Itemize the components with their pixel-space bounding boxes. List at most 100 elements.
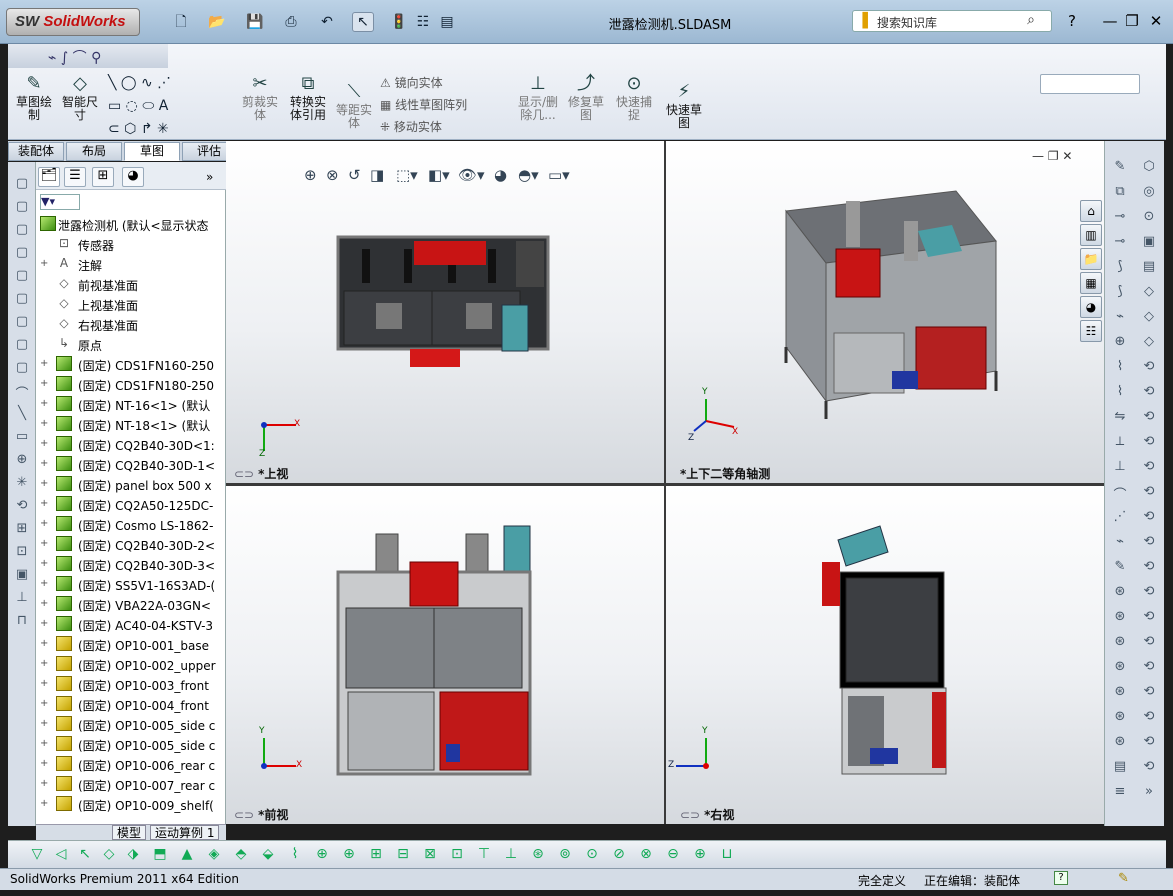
- left-tool-icon[interactable]: ⊕: [12, 452, 32, 470]
- selection-filter-icon[interactable]: ⊟: [394, 846, 412, 862]
- right-tool-icon[interactable]: ⊛: [1109, 584, 1131, 602]
- right-tool-2-icon[interactable]: ⟲: [1138, 534, 1160, 552]
- move-entities-button[interactable]: ⁜ 移动实体: [380, 118, 442, 135]
- close-button[interactable]: ✕: [1146, 12, 1166, 30]
- new-file-icon[interactable]: 🗋: [170, 12, 192, 32]
- tree-item[interactable]: + (固定) OP10-007_rear c: [36, 774, 224, 794]
- help-icon[interactable]: ?: [1062, 12, 1082, 30]
- feature-tree-tab-icon[interactable]: 🗂: [38, 167, 60, 187]
- tree-item[interactable]: + (固定) CDS1FN160-250: [36, 354, 224, 374]
- left-tool-icon[interactable]: ⟲: [12, 498, 32, 516]
- rebuild-status-icon[interactable]: ✎: [1118, 871, 1129, 886]
- linear-pattern-button[interactable]: ▦ 线性草图阵列: [380, 96, 467, 113]
- left-tool-icon[interactable]: ⊓: [12, 613, 32, 631]
- expand-icon[interactable]: +: [40, 778, 48, 789]
- right-tool-icon[interactable]: ≡: [1109, 784, 1131, 802]
- repair-sketch-button[interactable]: ⤴ 修复草图: [564, 74, 608, 122]
- right-tool-icon[interactable]: ⟆: [1109, 259, 1131, 277]
- selection-filter-icon[interactable]: ⊠: [421, 846, 439, 862]
- show-delete-relations-button[interactable]: ⊥ 显示/删 除几...: [514, 74, 562, 122]
- viewport-iso[interactable]: Y X Z *上下二等角轴测 — ❐ ✕: [666, 141, 1104, 483]
- scene-icon[interactable]: ◓▾: [518, 166, 539, 184]
- right-tool-icon[interactable]: ⌇: [1109, 384, 1131, 402]
- sketch-mode-icon[interactable]: ⌁ ∫ ⌒ ⚲: [48, 47, 101, 67]
- tree-item[interactable]: + (固定) OP10-004_front: [36, 694, 224, 714]
- expand-icon[interactable]: +: [40, 718, 48, 729]
- viewport-divider-horizontal[interactable]: [226, 483, 1104, 486]
- viewport-front[interactable]: Y X ⊂⊃ *前视: [226, 486, 664, 824]
- right-tool-icon[interactable]: ⊥: [1109, 459, 1131, 477]
- selection-filter-icon[interactable]: ⊕: [313, 846, 331, 862]
- left-tool-icon[interactable]: ▢: [12, 245, 32, 263]
- right-tool-icon[interactable]: ⊛: [1109, 659, 1131, 677]
- tree-item[interactable]: + (固定) SS5V1-16S3AD-(: [36, 574, 224, 594]
- appearance-icon[interactable]: ◕: [494, 166, 507, 184]
- right-tool-2-icon[interactable]: ⟲: [1138, 634, 1160, 652]
- selection-filter-icon[interactable]: ▲: [178, 846, 196, 862]
- home-icon[interactable]: ⌂: [1080, 200, 1102, 222]
- selection-filter-icon[interactable]: ⊥: [502, 846, 520, 862]
- selection-filter-icon[interactable]: ⊘: [610, 846, 628, 862]
- expand-icon[interactable]: +: [40, 538, 48, 549]
- left-tool-icon[interactable]: ▣: [12, 567, 32, 585]
- filter-icon[interactable]: ▼▾: [40, 194, 80, 210]
- selection-filter-icon[interactable]: ⊖: [664, 846, 682, 862]
- expand-icon[interactable]: +: [40, 378, 48, 389]
- selection-filter-icon[interactable]: ⊕: [691, 846, 709, 862]
- tree-item[interactable]: + (固定) OP10-001_base: [36, 634, 224, 654]
- right-tool-icon[interactable]: ⋰: [1109, 509, 1131, 527]
- open-file-icon[interactable]: 📂: [206, 12, 228, 32]
- left-tool-icon[interactable]: ⌒: [12, 383, 32, 402]
- right-tool-2-icon[interactable]: ⊙: [1138, 209, 1160, 227]
- view-orientation-icon[interactable]: ⬚▾: [396, 166, 418, 184]
- expand-icon[interactable]: +: [40, 678, 48, 689]
- viewport-right[interactable]: Y Z ⊂⊃ *右视: [666, 486, 1104, 824]
- smart-dimension-button[interactable]: ◇ 智能尺寸: [58, 74, 102, 122]
- expand-icon[interactable]: +: [40, 598, 48, 609]
- rapid-sketch-button[interactable]: ⚡ 快速草图: [662, 82, 706, 130]
- file-properties-icon[interactable]: ☷: [412, 12, 434, 32]
- offset-entities-button[interactable]: ⟍ 等距实体: [332, 82, 376, 130]
- right-tool-icon[interactable]: ⊛: [1109, 684, 1131, 702]
- configuration-dropdown[interactable]: [1040, 74, 1140, 94]
- right-tool-2-icon[interactable]: ▣: [1138, 234, 1160, 252]
- left-tool-icon[interactable]: ▢: [12, 314, 32, 332]
- search-icon[interactable]: ⌕: [1027, 12, 1035, 28]
- options-icon[interactable]: ▤: [436, 12, 458, 32]
- right-tool-2-icon[interactable]: ⟲: [1138, 684, 1160, 702]
- left-tool-icon[interactable]: ▢: [12, 199, 32, 217]
- convert-entities-button[interactable]: ⧉ 转换实 体引用: [286, 74, 330, 122]
- left-tool-icon[interactable]: ▢: [12, 337, 32, 355]
- right-tool-2-icon[interactable]: ⟲: [1138, 509, 1160, 527]
- print-icon[interactable]: ⎙: [280, 12, 302, 32]
- configuration-manager-tab-icon[interactable]: ⊞: [92, 167, 114, 187]
- right-tool-2-icon[interactable]: ⟲: [1138, 434, 1160, 452]
- tree-item[interactable]: + (固定) OP10-005_side c: [36, 734, 224, 754]
- left-tool-icon[interactable]: ⊞: [12, 521, 32, 539]
- right-tool-2-icon[interactable]: ⟲: [1138, 659, 1160, 677]
- select-arrow-icon[interactable]: ↖: [352, 12, 374, 32]
- tree-item[interactable]: ↳ 原点: [36, 334, 224, 354]
- left-tool-icon[interactable]: ▢: [12, 222, 32, 240]
- expand-icon[interactable]: +: [40, 498, 48, 509]
- expand-icon[interactable]: +: [40, 618, 48, 629]
- tree-item[interactable]: + (固定) CQ2B40-30D-2<: [36, 534, 224, 554]
- right-tool-icon[interactable]: ⌁: [1109, 309, 1131, 327]
- expand-icon[interactable]: +: [40, 458, 48, 469]
- sketch-entity-tools[interactable]: ╲ ◯ ∿ ⋰ ▭ ◌ ⬭ A ⊂ ⬡ ↱ ✳: [108, 72, 171, 141]
- selection-filter-icon[interactable]: ⊕: [340, 846, 358, 862]
- selection-filter-icon[interactable]: ⊙: [583, 846, 601, 862]
- selection-filter-icon[interactable]: ↖: [76, 846, 94, 862]
- right-tool-2-icon[interactable]: »: [1138, 784, 1160, 802]
- selection-filter-icon[interactable]: ⊛: [529, 846, 547, 862]
- previous-view-icon[interactable]: ↺: [348, 166, 361, 184]
- quick-snaps-button[interactable]: ⊙ 快速捕捉: [612, 74, 656, 122]
- expand-icon[interactable]: +: [40, 638, 48, 649]
- selection-filter-icon[interactable]: ⊞: [367, 846, 385, 862]
- right-tool-icon[interactable]: ⊕: [1109, 334, 1131, 352]
- left-tool-icon[interactable]: ▢: [12, 291, 32, 309]
- tree-item[interactable]: + (固定) OP10-009_shelf(: [36, 794, 224, 814]
- selection-filter-icon[interactable]: ⊔: [718, 846, 736, 862]
- solidworks-logo[interactable]: SW SolidWorks: [6, 8, 140, 36]
- viewport-window-controls[interactable]: — ❐ ✕: [1032, 149, 1072, 163]
